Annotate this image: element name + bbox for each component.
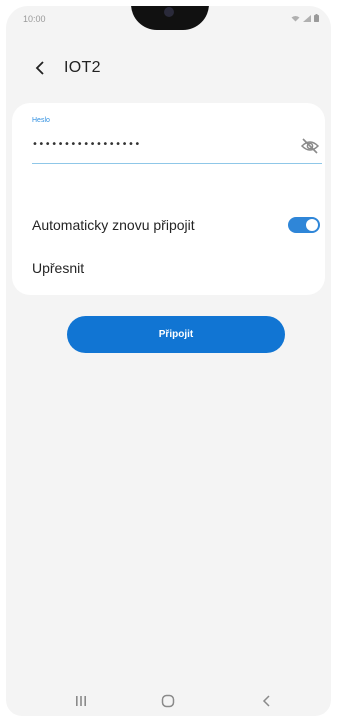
password-value: ••••••••••••••••• (32, 139, 141, 150)
recent-apps-icon (76, 696, 86, 706)
password-field[interactable]: ••••••••••••••••• (32, 133, 322, 164)
home-icon (161, 694, 175, 708)
auto-reconnect-switch[interactable] (288, 217, 320, 233)
recent-apps-button[interactable] (66, 690, 96, 712)
switch-knob (306, 219, 318, 231)
signal-icon (303, 15, 311, 22)
home-button[interactable] (153, 690, 183, 712)
chevron-left-icon (35, 61, 44, 75)
page-title: IOT2 (64, 59, 101, 76)
advanced-label: Upřesnit (32, 260, 85, 276)
wifi-icon (291, 16, 300, 22)
network-settings-card: Heslo ••••••••••••••••• Automaticky znov… (12, 103, 325, 295)
show-password-toggle[interactable] (300, 137, 320, 155)
camera-notch (131, 6, 209, 30)
advanced-row[interactable]: Upřesnit (32, 254, 322, 282)
status-time: 10:00 (23, 14, 46, 24)
password-label: Heslo (32, 117, 50, 124)
connect-button[interactable]: Připojit (67, 316, 285, 353)
navigation-bar (6, 686, 331, 716)
auto-reconnect-label: Automaticky znovu připojit (32, 217, 195, 233)
app-bar: IOT2 (6, 50, 331, 86)
battery-icon (314, 14, 319, 22)
auto-reconnect-row[interactable]: Automaticky znovu připojit (32, 211, 322, 239)
status-bar: 10:00 (6, 6, 331, 32)
back-icon (262, 695, 270, 707)
back-button[interactable] (28, 56, 52, 80)
nav-back-button[interactable] (252, 690, 282, 712)
eye-off-icon (300, 138, 320, 154)
camera-icon (164, 7, 174, 17)
status-icons (291, 14, 319, 22)
phone-screen: 10:00 IOT2 Heslo ••••••••••••••••• Autom… (6, 6, 331, 716)
